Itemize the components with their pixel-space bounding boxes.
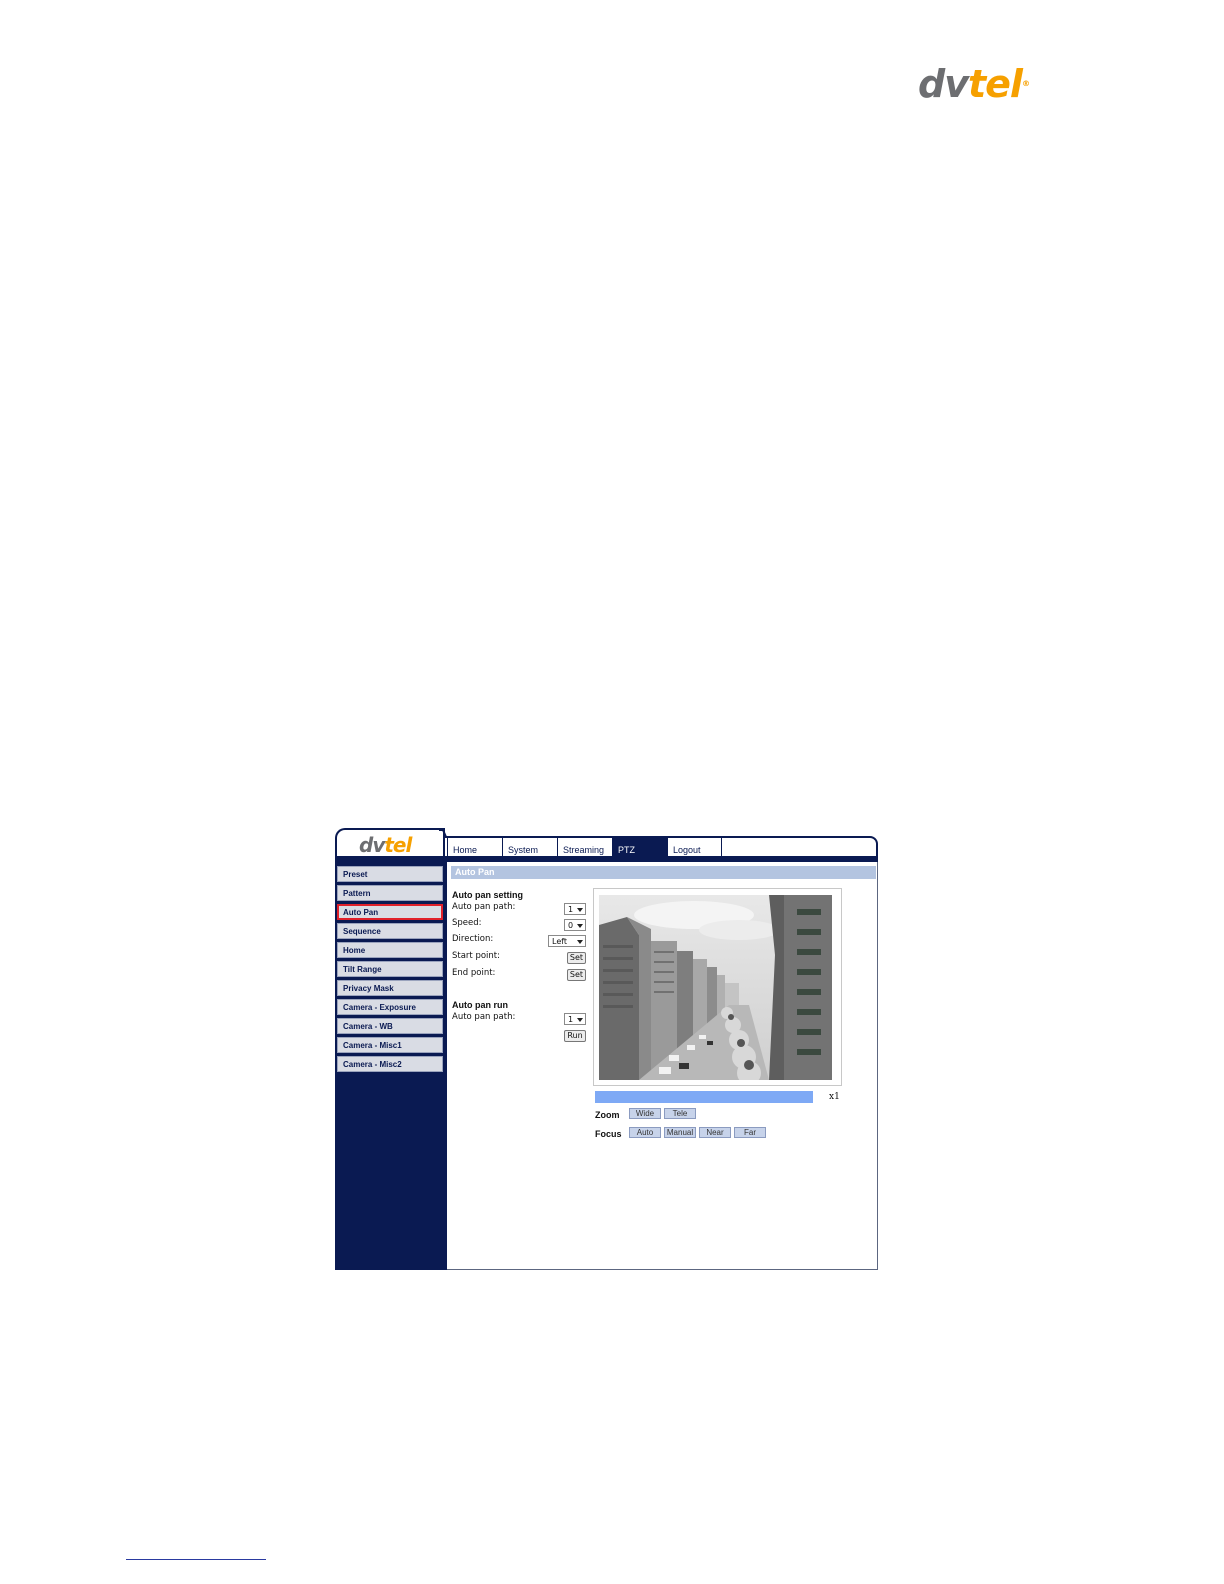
focus-near-button[interactable]: Near bbox=[699, 1127, 731, 1138]
logo-tel-text: tel bbox=[967, 62, 1023, 106]
sidebar-item-camera-misc2[interactable]: Camera - Misc2 bbox=[337, 1056, 443, 1072]
chevron-down-icon bbox=[577, 940, 583, 944]
auto-pan-path-label: Auto pan path: bbox=[452, 902, 516, 912]
logo-dv-text: dv bbox=[918, 62, 969, 106]
main-content: Auto Pan Auto pan setting Auto pan path:… bbox=[447, 862, 878, 1270]
logo-registered-mark: ® bbox=[1021, 79, 1030, 88]
run-button[interactable]: Run bbox=[564, 1030, 586, 1042]
start-point-label: Start point: bbox=[452, 951, 501, 961]
auto-pan-run-heading: Auto pan run bbox=[452, 1000, 508, 1010]
sidebar-item-sequence[interactable]: Sequence bbox=[337, 923, 443, 939]
top-nav-bar: Home System Streaming PTZ Logout bbox=[445, 836, 878, 858]
sidebar-item-camera-wb[interactable]: Camera - WB bbox=[337, 1018, 443, 1034]
focus-far-button[interactable]: Far bbox=[734, 1127, 766, 1138]
auto-pan-path-select[interactable]: 1 bbox=[564, 903, 586, 915]
focus-label: Focus bbox=[595, 1129, 622, 1139]
chevron-down-icon bbox=[577, 924, 583, 928]
tab-logout[interactable]: Logout bbox=[667, 838, 722, 858]
run-path-value: 1 bbox=[568, 1015, 574, 1024]
header-logo-tab: dvtel bbox=[335, 828, 445, 858]
speed-label: Speed: bbox=[452, 918, 482, 928]
auto-pan-setting-heading: Auto pan setting bbox=[452, 890, 523, 900]
web-ui-screenshot: dvtel Home System Streaming PTZ Logout P… bbox=[335, 828, 878, 1270]
header-logo: dvtel bbox=[359, 833, 412, 857]
header-logo-dv: dv bbox=[359, 833, 385, 857]
tab-streaming[interactable]: Streaming bbox=[557, 838, 612, 858]
sidebar-item-auto-pan[interactable]: Auto Pan bbox=[337, 904, 443, 920]
sidebar-item-pattern[interactable]: Pattern bbox=[337, 885, 443, 901]
sidebar-item-tilt-range[interactable]: Tilt Range bbox=[337, 961, 443, 977]
zoom-value: x1 bbox=[829, 1092, 840, 1102]
tab-system[interactable]: System bbox=[502, 838, 557, 858]
chevron-down-icon bbox=[577, 1018, 583, 1022]
dvtel-page-logo: dvtel® bbox=[918, 62, 1030, 106]
footnote-separator bbox=[126, 1559, 266, 1560]
sidebar-item-camera-exposure[interactable]: Camera - Exposure bbox=[337, 999, 443, 1015]
end-point-label: End point: bbox=[452, 968, 496, 978]
speed-select[interactable]: 0 bbox=[564, 919, 586, 931]
content-title: Auto Pan bbox=[451, 866, 876, 879]
sidebar-item-home[interactable]: Home bbox=[337, 942, 443, 958]
direction-value: Left bbox=[552, 937, 568, 946]
camera-live-view[interactable] bbox=[599, 895, 832, 1080]
speed-value: 0 bbox=[568, 921, 574, 930]
sidebar-item-camera-misc1[interactable]: Camera - Misc1 bbox=[337, 1037, 443, 1053]
focus-auto-button[interactable]: Auto bbox=[629, 1127, 661, 1138]
direction-label: Direction: bbox=[452, 934, 494, 944]
sidebar-item-preset[interactable]: Preset bbox=[337, 866, 443, 882]
zoom-level-bar[interactable] bbox=[595, 1091, 813, 1103]
focus-manual-button[interactable]: Manual bbox=[664, 1127, 696, 1138]
header-logo-tel: tel bbox=[384, 833, 412, 857]
chevron-down-icon bbox=[577, 908, 583, 912]
tab-ptz[interactable]: PTZ bbox=[612, 838, 667, 858]
tab-home[interactable]: Home bbox=[447, 838, 502, 858]
run-path-label: Auto pan path: bbox=[452, 1012, 516, 1022]
auto-pan-path-value: 1 bbox=[568, 905, 574, 914]
sidebar: Preset Pattern Auto Pan Sequence Home Ti… bbox=[335, 856, 447, 1270]
zoom-label: Zoom bbox=[595, 1110, 620, 1120]
end-point-set-button[interactable]: Set bbox=[567, 969, 586, 981]
video-preview-frame bbox=[593, 888, 842, 1086]
direction-select[interactable]: Left bbox=[548, 935, 586, 947]
zoom-tele-button[interactable]: Tele bbox=[664, 1108, 696, 1119]
run-path-select[interactable]: 1 bbox=[564, 1013, 586, 1025]
zoom-wide-button[interactable]: Wide bbox=[629, 1108, 661, 1119]
sidebar-item-privacy-mask[interactable]: Privacy Mask bbox=[337, 980, 443, 996]
start-point-set-button[interactable]: Set bbox=[567, 952, 586, 964]
